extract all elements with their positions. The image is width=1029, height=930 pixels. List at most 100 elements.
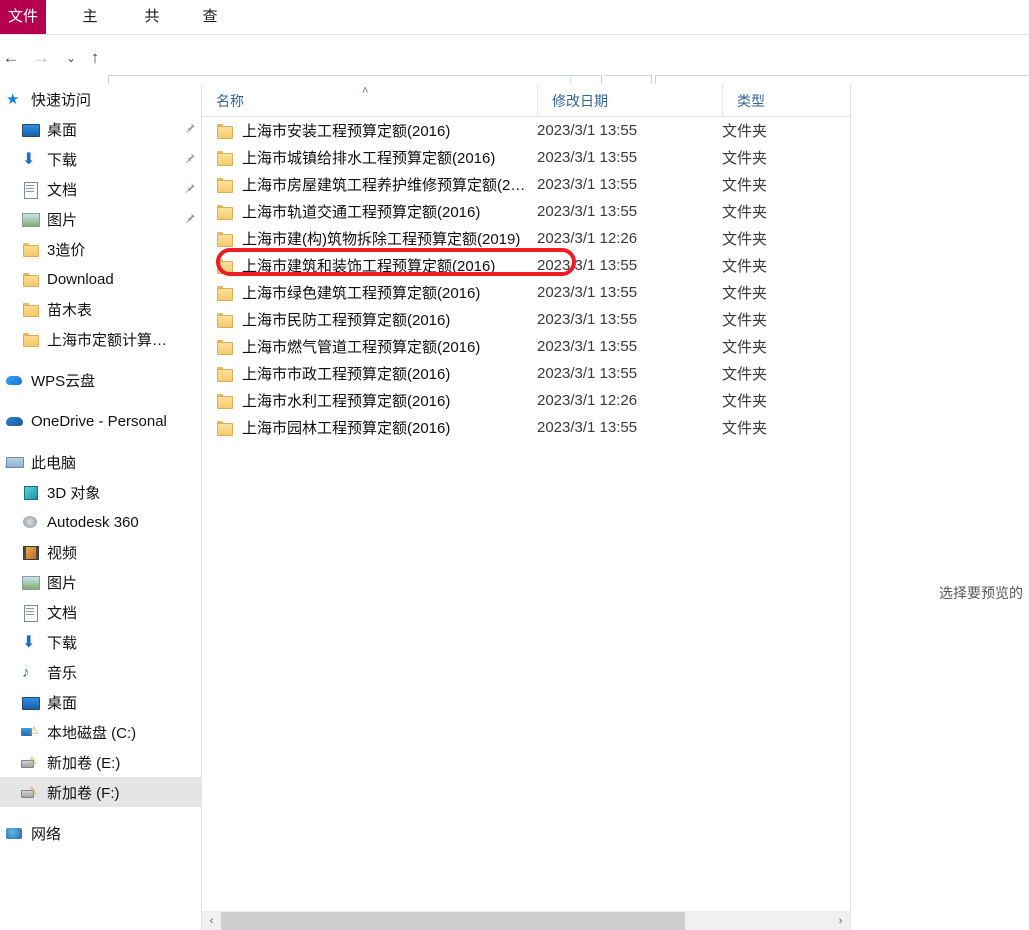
file-name-cell[interactable]: 上海市建筑和装饰工程预算定额(2016): [202, 255, 537, 276]
file-name-cell[interactable]: 上海市水利工程预算定额(2016): [202, 390, 537, 411]
sidebar-item-13[interactable]: Autodesk 360: [0, 507, 201, 537]
file-date-cell: 2023/3/1 13:55: [537, 257, 638, 274]
sidebar-item-label: 图片: [47, 574, 78, 592]
scrollbar-track[interactable]: [221, 911, 831, 930]
table-row[interactable]: 上海市轨道交通工程预算定额(2016) 2023/3/1 13:55 文件夹: [202, 198, 850, 225]
sidebar-item-12[interactable]: 3D 对象: [0, 477, 201, 507]
back-icon[interactable]: ←: [0, 43, 26, 73]
folder-icon: [22, 331, 39, 348]
file-name-cell[interactable]: 上海市房屋建筑工程养护维修预算定额(2…: [202, 174, 537, 195]
file-name-cell[interactable]: 上海市市政工程预算定额(2016): [202, 363, 537, 384]
sidebar-item-17[interactable]: ⬇ 下载: [0, 627, 201, 657]
navigation-pane[interactable]: ★ 快速访问 桌面 ⬇ 下载 文档 图片 3造价 Download 苗木表 上海市定额计算规则 WPS…: [0, 84, 201, 930]
table-row[interactable]: 上海市房屋建筑工程养护维修预算定额(2… 2023/3/1 13:55 文件夹: [202, 171, 850, 198]
table-row[interactable]: 上海市城镇给排水工程预算定额(2016) 2023/3/1 13:55 文件夹: [202, 144, 850, 171]
pin-icon: [182, 301, 198, 317]
table-row[interactable]: 上海市民防工程预算定额(2016) 2023/3/1 13:55 文件夹: [202, 306, 850, 333]
file-rows: 上海市安装工程预算定额(2016) 2023/3/1 13:55 文件夹 上海市城镇给…: [202, 117, 850, 441]
sidebar-item-6[interactable]: Download: [0, 264, 201, 294]
tab-file[interactable]: 文件: [0, 0, 46, 34]
file-name-cell[interactable]: 上海市绿色建筑工程预算定额(2016): [202, 282, 537, 303]
scroll-right-icon[interactable]: ›: [831, 912, 850, 930]
column-header-name[interactable]: ˄ 名称: [202, 84, 537, 117]
sidebar-item-8[interactable]: 上海市定额计算规则: [0, 324, 201, 354]
pin-icon[interactable]: [179, 182, 201, 197]
sidebar-item-18[interactable]: ♪ 音乐: [0, 657, 201, 687]
column-header-date[interactable]: 修改日期: [537, 84, 722, 117]
folder-icon: [216, 204, 233, 220]
folder-icon: [216, 393, 233, 409]
file-name-cell[interactable]: 上海市建(构)筑物拆除工程预算定额(2019): [202, 228, 537, 249]
table-row[interactable]: 上海市燃气管道工程预算定额(2016) 2023/3/1 13:55 文件夹: [202, 333, 850, 360]
tab-share[interactable]: 共享: [132, 0, 172, 59]
sidebar-item-label: 上海市定额计算规则: [47, 331, 179, 349]
pin-icon[interactable]: [179, 212, 201, 227]
table-row[interactable]: 上海市市政工程预算定额(2016) 2023/3/1 13:55 文件夹: [202, 360, 850, 387]
sidebar-item-20[interactable]: 本地磁盘 (C:): [0, 717, 201, 747]
file-date-cell: 2023/3/1 13:55: [537, 176, 638, 193]
column-header-type[interactable]: 类型: [722, 84, 850, 117]
table-row[interactable]: 上海市水利工程预算定额(2016) 2023/3/1 12:26 文件夹: [202, 387, 850, 414]
pin-icon: [182, 91, 198, 107]
folder-icon: [216, 258, 233, 274]
folder-icon: [216, 123, 233, 139]
sidebar-item-23[interactable]: 网络: [0, 818, 201, 848]
scroll-left-icon[interactable]: ‹: [202, 912, 221, 930]
file-date-cell: 2023/3/1 12:26: [537, 230, 638, 247]
sidebar-item-14[interactable]: 视频: [0, 537, 201, 567]
sidebar-item-7[interactable]: 苗木表: [0, 294, 201, 324]
folder-icon: [216, 339, 233, 355]
sidebar-item-11[interactable]: 此电脑: [0, 447, 201, 477]
music-icon: ♪: [22, 663, 30, 681]
folder-icon: [216, 312, 233, 328]
file-name-cell[interactable]: 上海市民防工程预算定额(2016): [202, 309, 537, 330]
up-icon[interactable]: ↑: [80, 43, 110, 73]
sidebar-item-0[interactable]: ★ 快速访问: [0, 84, 201, 114]
file-list-pane[interactable]: ˄ 名称 修改日期 类型 上海市安装工程预算定额(2016) 2023/3/1 1…: [202, 84, 850, 930]
sidebar-item-1[interactable]: 桌面: [0, 114, 201, 144]
sidebar-item-2[interactable]: ⬇ 下载: [0, 144, 201, 174]
sidebar-item-21[interactable]: 新加卷 (E:): [0, 747, 201, 777]
pin-icon[interactable]: [179, 122, 201, 137]
file-name-cell[interactable]: 上海市安装工程预算定额(2016): [202, 120, 537, 141]
sidebar-item-19[interactable]: 桌面: [0, 687, 201, 717]
sidebar-item-15[interactable]: 图片: [0, 567, 201, 597]
folder-icon: [22, 271, 39, 288]
table-row[interactable]: 上海市园林工程预算定额(2016) 2023/3/1 13:55 文件夹: [202, 414, 850, 441]
file-name-cell[interactable]: 上海市轨道交通工程预算定额(2016): [202, 201, 537, 222]
sidebar-item-22[interactable]: 新加卷 (F:): [0, 777, 201, 807]
table-row[interactable]: 上海市安装工程预算定额(2016) 2023/3/1 13:55 文件夹: [202, 117, 850, 144]
scrollbar-thumb[interactable]: [221, 911, 685, 930]
horizontal-scrollbar[interactable]: ‹ ›: [202, 911, 850, 930]
sidebar-item-10[interactable]: OneDrive - Personal: [0, 406, 201, 436]
pin-icon: [182, 413, 198, 429]
forward-icon[interactable]: →: [26, 43, 56, 73]
table-row[interactable]: 上海市建筑和装饰工程预算定额(2016) 2023/3/1 13:55 文件夹: [202, 248, 850, 279]
sidebar-item-3[interactable]: 文档: [0, 174, 201, 204]
folder-icon: [216, 285, 233, 301]
pin-icon: [182, 784, 198, 800]
folder-icon: [216, 150, 233, 166]
file-name-cell[interactable]: 上海市园林工程预算定额(2016): [202, 417, 537, 438]
tab-view[interactable]: 查看: [190, 0, 230, 59]
file-type-cell: 文件夹: [722, 312, 768, 329]
table-row[interactable]: 上海市建(构)筑物拆除工程预算定额(2019) 2023/3/1 12:26 文件夹: [202, 225, 850, 252]
file-name-cell[interactable]: 上海市城镇给排水工程预算定额(2016): [202, 147, 537, 168]
sidebar-item-5[interactable]: 3造价: [0, 234, 201, 264]
sidebar-item-label: 3D 对象: [47, 484, 101, 502]
file-name-cell[interactable]: 上海市燃气管道工程预算定额(2016): [202, 336, 537, 357]
tab-home[interactable]: 主页: [70, 0, 110, 59]
file-date-cell: 2023/3/1 13:55: [537, 338, 638, 355]
column-header-row: ˄ 名称 修改日期 类型: [202, 84, 850, 117]
folder-icon: [216, 420, 233, 436]
sidebar-item-4[interactable]: 图片: [0, 204, 201, 234]
file-name-label: 上海市燃气管道工程预算定额(2016): [242, 339, 481, 356]
sidebar-item-9[interactable]: WPS云盘: [0, 365, 201, 395]
table-row[interactable]: 上海市绿色建筑工程预算定额(2016) 2023/3/1 13:55 文件夹: [202, 279, 850, 306]
pin-icon[interactable]: [179, 152, 201, 167]
file-date-cell: 2023/3/1 13:55: [537, 419, 638, 436]
sidebar-item-16[interactable]: 文档: [0, 597, 201, 627]
